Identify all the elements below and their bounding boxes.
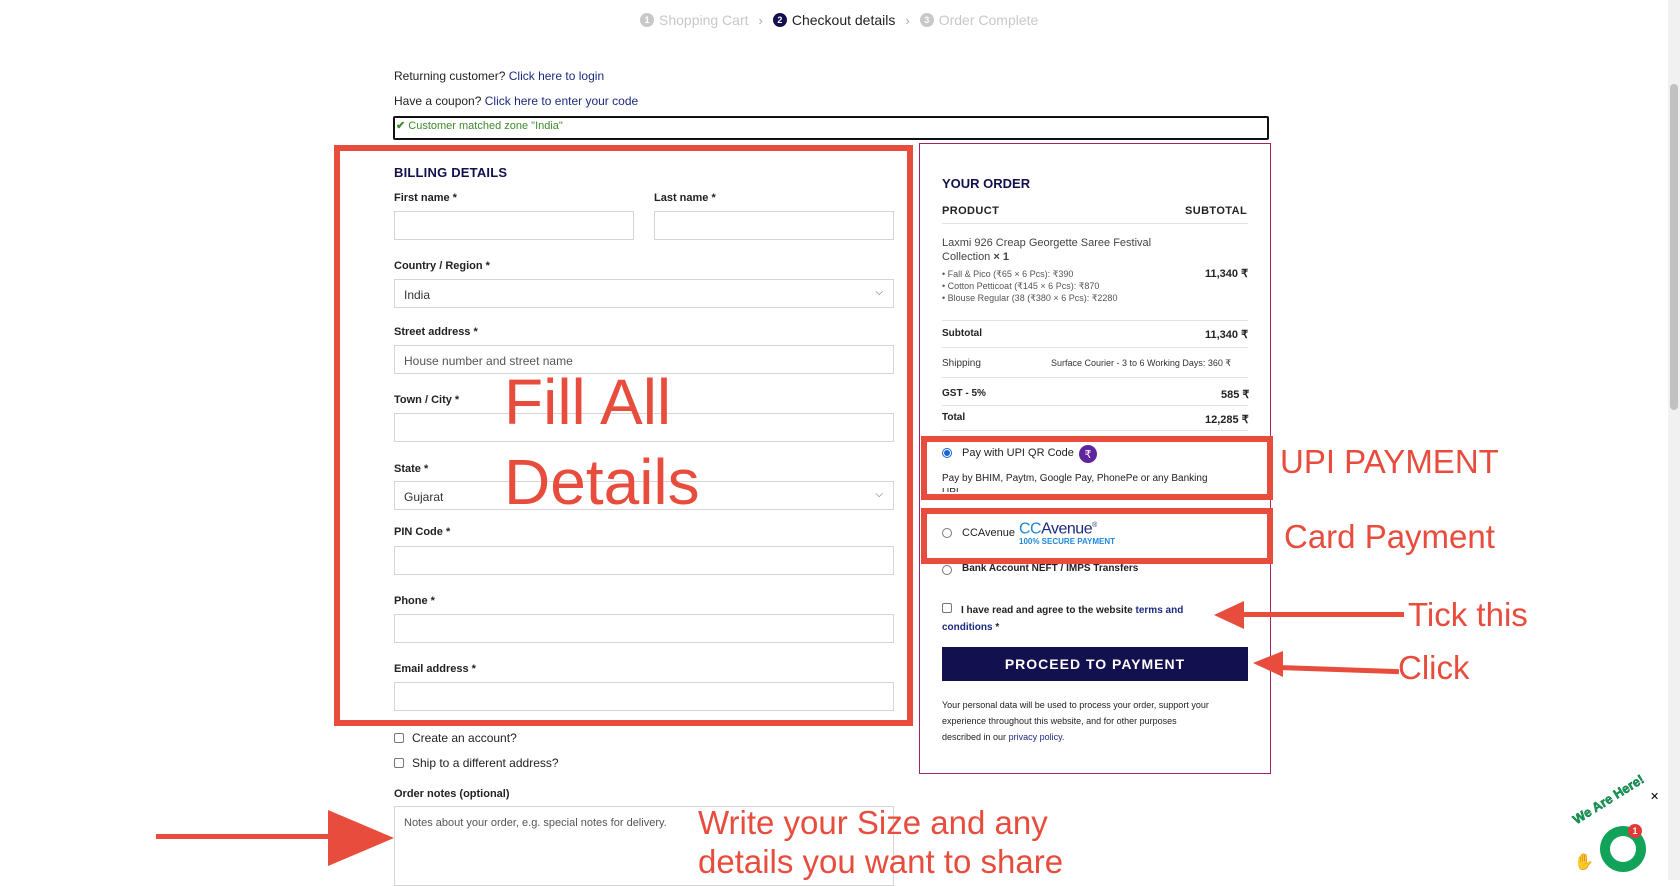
shipping-value: Surface Courier - 3 to 6 Working Days: 3… [1051, 358, 1232, 368]
your-order-title: YOUR ORDER [942, 176, 1031, 191]
order-item-amount: 11,340 ₹ [1205, 268, 1249, 280]
ship-different-checkbox[interactable] [394, 758, 404, 768]
checkout-steps: 1 Shopping Cart › 2 Checkout details › 3… [640, 12, 1038, 28]
step-order-complete: 3 Order Complete [919, 12, 1039, 28]
shipping-label: Shipping [942, 358, 981, 369]
zone-message: ✔ Customer matched zone "India" [396, 120, 563, 132]
annotation-notes-line2: details you want to share [698, 843, 1064, 880]
create-account-checkbox[interactable] [394, 733, 404, 743]
waving-hand-icon: ✋ [1574, 854, 1594, 871]
arrow-line [1238, 612, 1404, 617]
annotation-card-payment: Card Payment [1284, 518, 1495, 555]
returning-customer-notice: Returning customer? Click here to login [394, 69, 605, 83]
divider [942, 347, 1248, 348]
order-notes-label: Order notes (optional) [394, 788, 510, 800]
chevron-right-icon: › [905, 12, 910, 28]
divider [942, 430, 1248, 431]
order-item-options: • Fall & Pico (₹65 × 6 Pcs): ₹390 • Cott… [942, 269, 1118, 303]
chevron-right-icon: › [758, 12, 763, 28]
order-item-qty: × 1 [993, 251, 1009, 263]
coupon-notice: Have a coupon? Click here to enter your … [394, 94, 639, 108]
step-number: 2 [772, 13, 787, 27]
subtotal-value: 11,340 ₹ [1205, 329, 1249, 341]
gst-label: GST - 5% [942, 388, 986, 399]
page-scrollbar-thumb[interactable] [1670, 84, 1678, 410]
total-label: Total [942, 412, 966, 423]
neft-radio[interactable] [942, 565, 952, 575]
order-item-name: Laxmi 926 Creap Georgette Saree Festival… [942, 237, 1152, 263]
total-value: 12,285 ₹ [1205, 414, 1249, 426]
product-column-header: PRODUCT [942, 205, 1000, 217]
step-number: 1 [640, 13, 654, 27]
checkmark-icon: ✔ [396, 120, 406, 132]
divider [942, 405, 1248, 406]
privacy-policy-link[interactable]: privacy policy [1009, 732, 1062, 742]
chat-bubble-icon [1610, 836, 1636, 862]
annotation-click: Click [1398, 649, 1470, 686]
create-account-label: Create an account? [412, 731, 517, 745]
divider [942, 223, 1248, 224]
chat-badge: 1 [1628, 824, 1642, 838]
step-label: Shopping Cart [659, 12, 749, 28]
chat-banner: We Are Here! [1570, 771, 1647, 827]
annotation-notes-line1: Write your Size and any [698, 804, 1048, 841]
arrow-left-icon [1214, 601, 1244, 629]
subtotal-column-header: SUBTOTAL [1185, 205, 1248, 217]
login-link[interactable]: Click here to login [509, 69, 604, 83]
annotation-upi-box [921, 436, 1273, 500]
step-number: 3 [919, 13, 934, 27]
terms-text: I have read and agree to the website ter… [942, 605, 1184, 633]
annotation-tick-this: Tick this [1408, 596, 1528, 633]
arrow-left-icon [1253, 651, 1283, 677]
arrow-right-icon [328, 810, 394, 866]
step-label: Checkout details [791, 12, 896, 28]
step-shopping-cart[interactable]: 1 Shopping Cart [640, 12, 749, 28]
subtotal-label: Subtotal [942, 328, 982, 339]
chat-close-icon[interactable]: ✕ [1650, 790, 1659, 803]
ship-different-label: Ship to a different address? [412, 756, 559, 770]
coupon-link[interactable]: Click here to enter your code [485, 94, 638, 108]
arrow-line [156, 834, 336, 839]
proceed-to-payment-button[interactable]: PROCEED TO PAYMENT [942, 647, 1248, 681]
neft-label: Bank Account NEFT / IMPS Transfers [962, 563, 1139, 574]
divider [942, 377, 1248, 378]
annotation-card-box [921, 508, 1273, 564]
divider [942, 320, 1248, 321]
step-checkout-details: 2 Checkout details [772, 12, 896, 28]
step-label: Order Complete [938, 12, 1039, 28]
annotation-upi-payment: UPI PAYMENT [1280, 443, 1499, 480]
gst-value: 585 ₹ [1221, 389, 1250, 401]
privacy-notice: Your personal data will be used to proce… [942, 700, 1209, 742]
annotation-fill-all: Fill All [504, 366, 672, 438]
annotation-details: Details [504, 446, 700, 518]
arrow-line [1278, 665, 1400, 675]
